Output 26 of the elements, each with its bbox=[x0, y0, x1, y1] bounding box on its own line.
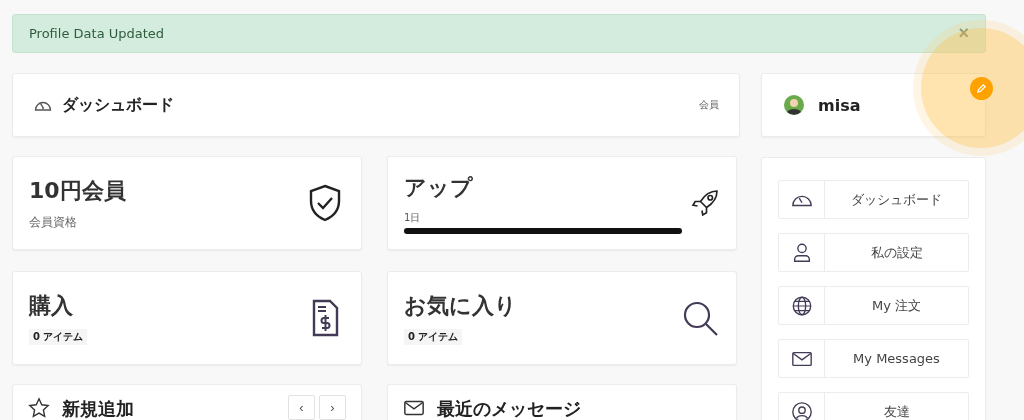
user-name: misa bbox=[818, 95, 861, 115]
stat-title: お気に入り bbox=[404, 292, 517, 320]
panel-title: 最近のメッセージ bbox=[437, 397, 581, 420]
alert-message: Profile Data Updated bbox=[29, 26, 165, 41]
menu-item[interactable]: My 注文 bbox=[778, 286, 969, 325]
pager-button[interactable]: ‹ bbox=[288, 395, 315, 420]
menu-item[interactable]: 友達 bbox=[778, 392, 969, 420]
menu-item[interactable]: My Messages bbox=[778, 339, 969, 378]
star-icon bbox=[28, 397, 50, 419]
stat-title: 10円会員 bbox=[29, 176, 126, 205]
item-count-badge: 0 アイテム bbox=[404, 329, 463, 345]
stat-title: 購入 bbox=[29, 292, 73, 320]
panel-title: 新規追加 bbox=[62, 397, 134, 420]
edit-button[interactable] bbox=[970, 77, 993, 100]
page-title: ダッシュボード bbox=[62, 94, 174, 116]
role-label: 会員 bbox=[699, 98, 719, 112]
menu-item[interactable]: ダッシュボード bbox=[778, 180, 969, 219]
item-count-badge: 0 アイテム bbox=[29, 329, 88, 345]
avatar-icon bbox=[784, 95, 804, 115]
menu-item[interactable]: 私の設定 bbox=[778, 233, 969, 272]
progress-label: 1日 bbox=[404, 210, 421, 225]
stat-subtitle: 会員資格 bbox=[29, 213, 77, 231]
stat-title: アップ bbox=[404, 173, 473, 202]
pager-button[interactable]: › bbox=[319, 395, 346, 420]
globe-icon bbox=[790, 294, 813, 317]
pencil-icon bbox=[976, 83, 987, 94]
